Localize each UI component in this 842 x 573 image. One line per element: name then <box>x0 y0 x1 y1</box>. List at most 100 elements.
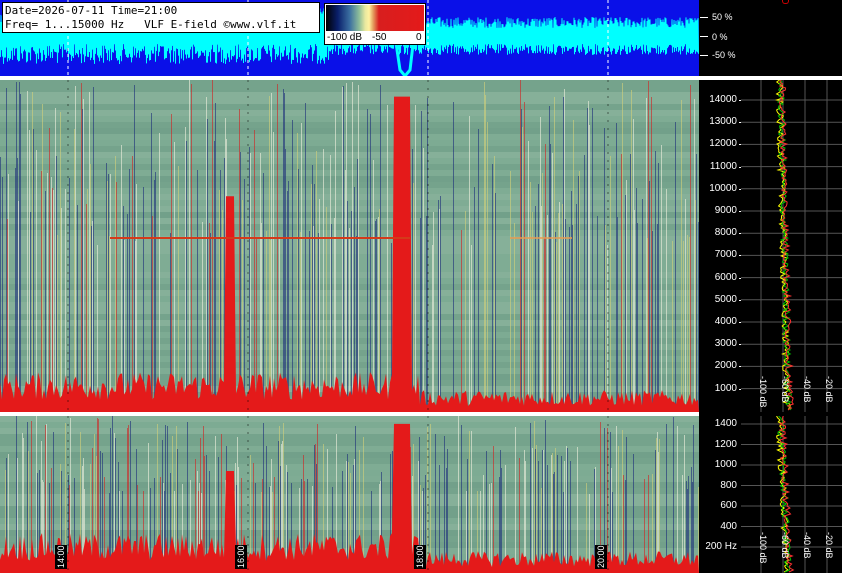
spectrogram-streak <box>550 144 551 412</box>
spectrogram-streak <box>19 82 20 412</box>
spectrogram-streak <box>561 456 562 573</box>
spectrogram-streak <box>543 450 544 573</box>
spectrogram-streak <box>559 202 560 412</box>
time-label-2000: 20:00 <box>595 545 607 569</box>
spectrogram-streak <box>576 204 577 412</box>
spectrogram-streak <box>549 106 550 412</box>
spectrogram-streak <box>159 133 160 412</box>
colorbar-label-min: -100 dB <box>327 32 363 43</box>
frequency-label-main: 12000 <box>709 138 737 150</box>
spectrogram-streak <box>435 434 436 573</box>
spectrogram-streak <box>626 180 627 412</box>
spectrogram-streak <box>558 213 559 412</box>
spectrogram-streak <box>696 154 697 412</box>
spectrogram-streak <box>693 425 694 573</box>
spectrogram-streak <box>204 456 205 573</box>
spectrogram-band <box>0 86 699 92</box>
spectrogram-streak <box>87 189 88 412</box>
spectrogram-streak <box>552 153 553 412</box>
spectrogram-band <box>0 428 699 434</box>
spectrogram-streak <box>292 120 293 412</box>
spectrogram-streak <box>458 416 459 573</box>
spectrogram-streak <box>616 123 617 412</box>
spectrogram-streak <box>564 89 565 412</box>
frequency-label-main: 8000 <box>714 227 737 239</box>
spectrogram-streak <box>555 232 556 412</box>
spectrogram-band <box>0 170 699 176</box>
spectrogram-streak <box>92 221 93 412</box>
spectrogram-streak <box>677 426 678 573</box>
spectrogram-streak <box>556 242 557 412</box>
spectrogram-main <box>0 80 699 412</box>
spectrogram-streak <box>438 200 439 412</box>
spectrogram-streak <box>318 233 319 412</box>
spectrogram-streak <box>616 426 617 573</box>
spectrogram-streak <box>305 103 306 412</box>
spectrogram-streak <box>277 84 278 412</box>
db-label-main-2: -40 dB <box>802 376 812 403</box>
spectrogram-band <box>0 416 699 422</box>
spectrogram-streak <box>16 82 17 412</box>
vlf-spectrogram-window: 50 % 0 % -50 % Date=2026-07-11 Time=21:0… <box>0 0 842 573</box>
spectrogram-streak <box>685 199 686 412</box>
spectrogram-streak <box>514 223 515 412</box>
spectrogram-streak <box>515 427 516 573</box>
spectrogram-streak <box>545 144 546 412</box>
spectrogram-streak <box>622 430 623 573</box>
corner-marker-icon <box>782 0 789 4</box>
colorbar-label-max: 0 <box>416 32 422 43</box>
spectrogram-streak <box>266 446 267 573</box>
spectrogram-streak <box>220 170 221 412</box>
spectrogram-streak <box>494 156 495 412</box>
spectrogram-streak <box>587 108 588 412</box>
db-label-main-3: -20 dB <box>824 376 834 403</box>
spectrogram-streak <box>633 454 634 573</box>
percent-tick <box>700 36 708 37</box>
spectrogram-streak <box>352 82 353 412</box>
spectrogram-streak <box>584 155 585 412</box>
spectrogram-streak <box>8 174 9 412</box>
spectrogram-streak <box>108 174 109 412</box>
spectrogram-streak <box>646 98 647 412</box>
spectrogram-streak <box>421 111 422 412</box>
spectrogram-streak <box>467 459 468 573</box>
spectrogram-streak <box>53 190 54 412</box>
spectrogram-streak <box>675 122 676 412</box>
spectrogram-streak <box>661 145 662 412</box>
spectrogram-streak <box>469 116 470 412</box>
spectrogram-streak <box>195 459 196 573</box>
spectrogram-streak <box>672 241 673 412</box>
spectrogram-streak <box>207 119 208 412</box>
spectrogram-streak <box>143 187 144 412</box>
percent-label-0: 0 % <box>712 32 728 42</box>
spectrogram-band <box>0 182 699 188</box>
spectrogram-streak <box>501 468 502 573</box>
frequency-label-main: 2000 <box>714 360 737 372</box>
spectrogram-streak <box>273 132 274 412</box>
spectrogram-streak <box>433 212 434 412</box>
spectrogram-streak <box>271 93 272 412</box>
spectrogram-streak <box>174 142 175 412</box>
spectrogram-streak <box>91 226 92 412</box>
spectrogram-streak <box>623 475 624 573</box>
spectrogram-band <box>0 434 699 440</box>
percent-label-minus50: -50 % <box>712 50 736 60</box>
spectrogram-streak <box>695 200 696 412</box>
spectrogram-streak <box>6 88 7 412</box>
spectrogram-streak <box>151 113 152 412</box>
spectrogram-streak <box>45 425 46 573</box>
spectrogram-streak <box>655 151 656 412</box>
spectrogram-streak <box>471 245 472 412</box>
spectrogram-streak <box>528 141 529 412</box>
spectrogram-streak <box>631 90 632 412</box>
spectrogram-streak <box>342 87 343 412</box>
spectrogram-streak <box>375 221 376 412</box>
spectrogram-streak <box>77 205 78 412</box>
spectrogram-streak <box>288 181 289 412</box>
spectrogram-band <box>0 164 699 170</box>
spectrogram-streak <box>185 127 186 412</box>
spectrogram-streak <box>83 99 84 412</box>
spectrogram-streak <box>487 122 488 412</box>
spectrogram-streak <box>81 83 82 412</box>
spectrogram-streak <box>656 438 657 573</box>
